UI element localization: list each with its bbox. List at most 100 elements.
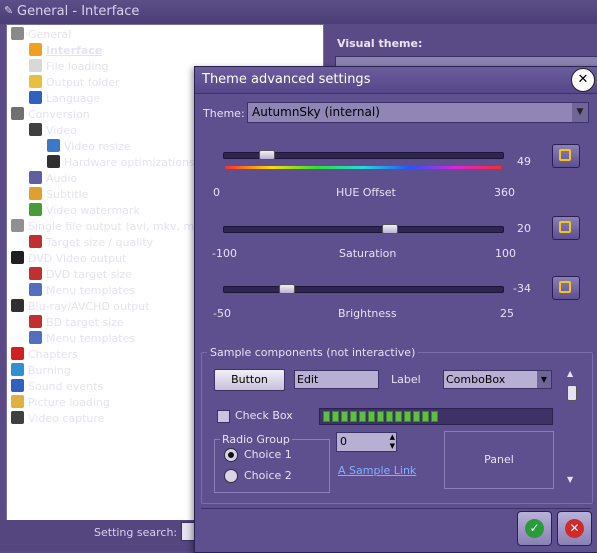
tree-item-label: Video watermark — [46, 204, 140, 217]
tree-item[interactable]: File loading — [29, 59, 108, 75]
window-titlebar: ✎ General - Interface — [0, 0, 597, 24]
theme-combobox[interactable]: AutumnSky (internal) ▼ — [247, 102, 589, 123]
radio-choice-2[interactable] — [224, 469, 238, 483]
hue-caption: HUE Offset — [336, 186, 396, 199]
wrench-icon — [11, 27, 24, 40]
tree-item[interactable]: BD target size — [29, 315, 124, 331]
close-icon: ✕ — [577, 72, 589, 87]
radio-choice-1[interactable] — [224, 448, 238, 462]
saturation-slider-thumb[interactable] — [382, 224, 398, 234]
tree-item[interactable]: DVD Video output — [11, 251, 126, 267]
hue-value: 49 — [517, 155, 531, 168]
hue-max: 360 — [494, 186, 515, 199]
saturation-slider-track[interactable] — [223, 226, 504, 233]
tree-item[interactable]: Audio — [29, 171, 77, 187]
sample-checkbox[interactable] — [217, 410, 230, 423]
tree-item-label: Blu-ray/AVCHD output — [28, 300, 150, 313]
target-icon — [29, 235, 42, 248]
tree-item[interactable]: Video watermark — [29, 203, 140, 219]
tree-item[interactable]: Conversion — [11, 107, 90, 123]
tree-item-label: Target size / quality — [46, 236, 154, 249]
speaker-icon — [29, 171, 42, 184]
tree-item[interactable]: Subtitle — [29, 187, 88, 203]
tree-item[interactable]: Single file output (avi, mkv, mp4... — [11, 219, 219, 235]
sample-combobox[interactable]: ComboBox ▼ — [443, 370, 552, 389]
chevron-down-icon[interactable]: ▼ — [572, 103, 588, 122]
tree-item-label: Single file output (avi, mkv, mp4... — [28, 220, 219, 233]
progress-segment — [359, 411, 366, 422]
flag-icon — [11, 347, 24, 360]
tree-item-label: Interface — [46, 44, 103, 57]
tree-item-label: General — [28, 28, 72, 41]
chevron-down-icon[interactable]: ▼ — [537, 371, 551, 388]
tree-item-label: Video — [46, 124, 77, 137]
tree-item[interactable]: Target size / quality — [29, 235, 153, 251]
tree-item[interactable]: Menu templates — [29, 283, 135, 299]
brightness-reset-button[interactable] — [552, 276, 580, 300]
brightness-slider-thumb[interactable] — [279, 284, 296, 294]
chip-icon — [47, 155, 60, 168]
reset-icon — [559, 221, 571, 233]
sample-link[interactable]: A Sample Link — [338, 464, 416, 477]
dialog-title: Theme advanced settings — [202, 72, 371, 87]
hue-reset-button[interactable] — [552, 144, 580, 168]
tree-item-label: Burning — [28, 364, 71, 377]
brightness-value: -34 — [513, 282, 531, 295]
tree-item-label: BD target size — [46, 316, 124, 329]
theme-value: AutumnSky (internal) — [252, 105, 380, 119]
sample-button[interactable]: Button — [214, 369, 285, 391]
tree-item[interactable]: Picture loading — [11, 395, 110, 411]
check-icon: ✓ — [525, 519, 544, 538]
brightness-slider-track[interactable] — [223, 286, 504, 293]
cancel-button[interactable]: ✕ — [557, 511, 592, 546]
tree-item-label: Output folder — [46, 76, 120, 89]
tree-item[interactable]: Language — [29, 91, 100, 107]
reset-icon — [559, 149, 571, 161]
tree-item[interactable]: Interface — [29, 43, 102, 59]
sample-spin-edit[interactable]: 0 ▲ ▼ — [336, 432, 397, 452]
film-icon — [29, 123, 42, 136]
progress-segment — [323, 411, 330, 422]
dvd-icon — [11, 251, 24, 264]
sample-edit-field[interactable]: Edit — [294, 370, 379, 389]
hue-spectrum-bar — [225, 166, 501, 169]
scroll-thumb[interactable] — [567, 385, 577, 401]
gear-icon — [11, 107, 24, 120]
tree-item[interactable]: Video capture — [11, 411, 104, 427]
progress-segment — [350, 411, 357, 422]
palette-icon — [29, 43, 42, 56]
progress-segment — [395, 411, 402, 422]
tree-item[interactable]: Menu templates — [29, 331, 135, 347]
tree-item-label: Menu templates — [46, 284, 136, 297]
tree-item-label: Hardware optimizations — [64, 156, 195, 169]
tree-item-label: Picture loading — [28, 396, 110, 409]
tree-item[interactable]: Sound events — [11, 379, 103, 395]
tree-item[interactable]: DVD target size — [29, 267, 132, 283]
tree-item[interactable]: Video resize — [47, 139, 131, 155]
tree-item[interactable]: Blu-ray/AVCHD output — [11, 299, 150, 315]
close-button[interactable]: ✕ — [571, 68, 595, 92]
target-icon — [29, 315, 42, 328]
brightness-caption: Brightness — [338, 307, 397, 320]
tree-item[interactable]: Output folder — [29, 75, 120, 91]
tree-item-label: Subtitle — [46, 188, 89, 201]
radio-group-title: Radio Group — [220, 433, 292, 446]
progress-segment — [422, 411, 429, 422]
tree-item[interactable]: Hardware optimizations — [47, 155, 195, 171]
ok-button[interactable]: ✓ — [517, 511, 552, 546]
saturation-reset-button[interactable] — [552, 216, 580, 240]
tree-item[interactable]: Video — [29, 123, 77, 139]
sample-vertical-scrollbar[interactable]: ▲ ▼ — [564, 369, 578, 487]
spin-down-icon[interactable]: ▼ — [390, 442, 395, 450]
tree-item[interactable]: Chapters — [11, 347, 78, 363]
spin-up-icon[interactable]: ▲ — [390, 433, 395, 441]
disc-icon — [11, 363, 24, 376]
scroll-down-icon[interactable]: ▼ — [567, 475, 573, 484]
tree-item[interactable]: General — [11, 27, 71, 43]
progress-segment — [368, 411, 375, 422]
hue-slider-thumb[interactable] — [259, 150, 276, 160]
tree-item-label: Sound events — [28, 380, 104, 393]
radio-choice-2-label: Choice 2 — [244, 469, 292, 482]
tree-item[interactable]: Burning — [11, 363, 71, 379]
scroll-up-icon[interactable]: ▲ — [567, 369, 573, 378]
